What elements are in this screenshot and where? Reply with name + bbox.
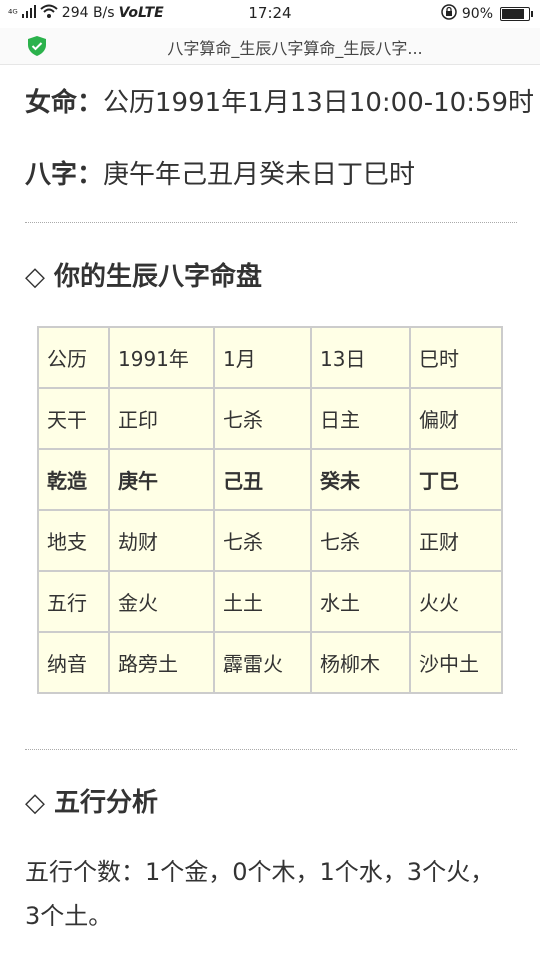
bazi-label: 八字： [25,160,104,190]
pillars-row: 乾造 庚午 己丑 癸未 丁巳 [37,448,503,511]
gender-label: 女命： [25,88,104,118]
table-cell: 丁巳 [409,448,503,511]
row-header-cell: 天干 [37,387,110,450]
divider [25,222,517,223]
bazi-info-line: 八字：庚午年己丑月癸未日丁巳时 [25,154,415,191]
nayin-row: 纳音 路旁土 霹雷火 杨柳木 沙中土 [37,631,503,694]
table-cell: 七杀 [213,509,312,572]
earthly-branch-row: 地支 劫财 七杀 七杀 正财 [37,509,503,572]
table-cell: 金火 [108,570,215,633]
table-cell: 正印 [108,387,215,450]
battery-fill [502,9,524,19]
divider [25,749,517,750]
status-right: 90% [441,4,533,24]
wuxing-section-heading: ◇ 五行分析 [25,788,159,818]
birth-date-value: 公历1991年1月13日10:00-10:59时 [103,88,535,118]
five-elements-row: 五行 金火 土土 水土 火火 [37,570,503,633]
row-header-cell: 公历 [37,326,110,389]
table-cell: 1月 [213,326,312,389]
bazi-chart-table: 公历 1991年 1月 13日 巳时 天干 正印 七杀 日主 偏财 乾造 庚午 己丑 癸未 丁巳 地支 劫财 七杀… [37,326,503,694]
table-cell: 己丑 [213,448,312,511]
table-cell: 杨柳木 [310,631,411,694]
table-cell: 日主 [310,387,411,450]
page-title[interactable]: 八字算命_生辰八字算命_生辰八字... [70,35,520,59]
birth-info-line: 女命：公历1991年1月13日10:00-10:59时 [25,82,534,119]
chart-section-heading: ◇ 你的生辰八字命盘 [25,262,263,292]
table-cell: 劫财 [108,509,215,572]
heavenly-stem-row: 天干 正印 七杀 日主 偏财 [37,387,503,450]
table-cell: 路旁土 [108,631,215,694]
bazi-value: 庚午年己丑月癸未日丁巳时 [103,160,416,190]
table-cell: 水土 [310,570,411,633]
row-header-cell: 纳音 [37,631,110,694]
table-cell: 癸未 [310,448,411,511]
table-cell: 沙中土 [409,631,503,694]
rotation-lock-icon [441,4,457,24]
table-cell: 1991年 [108,326,215,389]
secure-shield-icon[interactable] [26,35,48,57]
gregorian-row: 公历 1991年 1月 13日 巳时 [37,326,503,389]
table-cell: 霹雷火 [213,631,312,694]
status-bar: ⁴ᴳ 294 B/s VoLTE 17:24 90% [0,0,540,28]
row-header-cell: 地支 [37,509,110,572]
battery-icon [500,7,533,21]
table-cell: 正财 [409,509,503,572]
table-cell: 火火 [409,570,503,633]
address-bar[interactable]: 八字算命_生辰八字算命_生辰八字... [0,28,540,65]
battery-percent: 90% [461,6,493,22]
table-cell: 七杀 [213,387,312,450]
row-header-cell: 五行 [37,570,110,633]
table-cell: 巳时 [409,326,503,389]
wuxing-summary: 五行个数：1个金，0个木，1个水，3个火，3个土。 [25,858,495,930]
table-cell: 土土 [213,570,312,633]
table-cell: 庚午 [108,448,215,511]
table-cell: 七杀 [310,509,411,572]
table-cell: 13日 [310,326,411,389]
row-header-cell: 乾造 [37,448,110,511]
table-cell: 偏财 [409,387,503,450]
